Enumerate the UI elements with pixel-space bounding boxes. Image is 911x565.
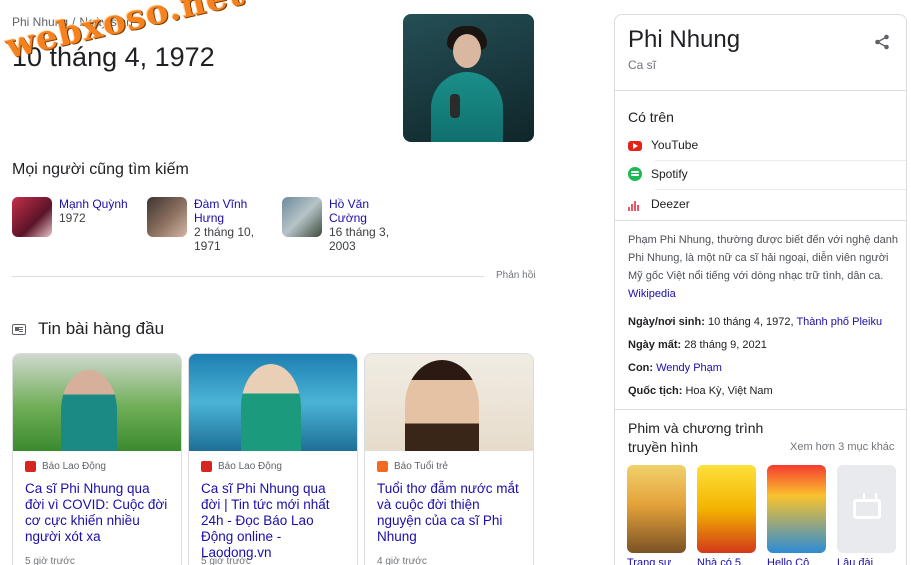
share-icon[interactable]: [874, 34, 890, 50]
birthplace-link[interactable]: Thành phố Pleiku: [796, 316, 882, 328]
films-carousel: Trang sư Nhà có 5 Hello Cô Lâu đài: [627, 465, 907, 565]
top-stories-carousel: Báo Lao Động Ca sĩ Phi Nhung qua đời vì …: [12, 353, 540, 565]
film-poster[interactable]: [837, 465, 896, 553]
person-thumbnail[interactable]: [282, 197, 322, 237]
newspaper-icon: [12, 323, 26, 335]
film-item[interactable]: Trang sư: [627, 465, 686, 565]
breadcrumb-parent-link[interactable]: Phi Nhung: [12, 15, 68, 29]
service-divider: [655, 189, 906, 190]
film-item[interactable]: Lâu đài: [837, 465, 896, 565]
top-stories-heading: Tin bài hàng đầu: [38, 319, 165, 338]
fact-birth: Ngày/nơi sinh: 10 tháng 4, 1972, Thành p…: [628, 316, 883, 328]
film-title[interactable]: Nhà có 5: [697, 557, 756, 565]
news-headline[interactable]: Ca sĩ Phi Nhung qua đời vì COVID: Cuộc đ…: [13, 472, 181, 545]
section-divider: [12, 276, 484, 277]
deezer-icon: [628, 197, 642, 211]
news-card-image[interactable]: [13, 354, 181, 451]
knowledge-panel: Phi Nhung Ca sĩ Có trên YouTube Spotify …: [614, 14, 907, 565]
person-name[interactable]: Mạnh Quỳnh: [59, 197, 128, 211]
source-logo-icon: [377, 461, 388, 472]
film-title[interactable]: Trang sư: [627, 557, 686, 565]
service-divider: [655, 160, 906, 161]
top-stories-header: Tin bài hàng đầu: [12, 319, 164, 339]
panel-title: Phi Nhung: [628, 26, 741, 53]
youtube-link[interactable]: YouTube: [628, 138, 698, 152]
tv-icon: [852, 499, 881, 519]
people-also-search-list: Mạnh Quỳnh 1972 Đàm Vĩnh Hưng 2 tháng 10…: [12, 197, 417, 253]
fact-children: Con: Wendy Phạm: [628, 362, 722, 374]
person-item[interactable]: Hồ Văn Cường 16 tháng 3, 2003: [282, 197, 417, 253]
film-title[interactable]: Hello Cô: [767, 557, 826, 565]
child-link[interactable]: Wendy Phạm: [656, 362, 722, 374]
breadcrumb-separator: /: [72, 15, 76, 29]
breadcrumb: Phi Nhung / Ngày sinh: [12, 15, 133, 29]
spotify-link[interactable]: Spotify: [628, 167, 688, 181]
panel-divider: [615, 220, 906, 221]
wikipedia-link[interactable]: Wikipedia: [628, 288, 676, 300]
person-detail: 1972: [59, 211, 86, 225]
news-time: 5 giờ trước: [201, 556, 251, 565]
news-source: Báo Tuổi trẻ: [365, 451, 533, 472]
available-on-heading: Có trên: [628, 109, 674, 125]
person-name[interactable]: Hồ Văn Cường: [329, 197, 399, 225]
person-detail: 2 tháng 10, 1971: [194, 225, 255, 253]
youtube-icon: [628, 141, 642, 151]
answer-date: 10 tháng 4, 1972: [12, 42, 215, 72]
breadcrumb-current: Ngày sinh: [79, 15, 133, 29]
news-source: Báo Lao Động: [189, 451, 357, 472]
film-poster[interactable]: [697, 465, 756, 553]
news-card-image[interactable]: [189, 354, 357, 451]
see-more-link[interactable]: Xem hơn 3 mục khác: [790, 441, 894, 453]
news-card-image[interactable]: [365, 354, 533, 451]
news-time: 5 giờ trước: [25, 556, 75, 565]
panel-divider: [615, 409, 906, 410]
person-thumbnail[interactable]: [12, 197, 52, 237]
news-source: Báo Lao Động: [13, 451, 181, 472]
news-headline[interactable]: Tuổi thơ đẫm nước mắt và cuộc đời thiện …: [365, 472, 533, 545]
fact-death: Ngày mất: 28 tháng 9, 2021: [628, 339, 767, 351]
film-poster[interactable]: [627, 465, 686, 553]
films-heading: Phim và chương trình truyền hình: [628, 420, 764, 455]
film-title[interactable]: Lâu đài: [837, 557, 896, 565]
spotify-icon: [628, 167, 642, 181]
news-card[interactable]: Báo Lao Động Ca sĩ Phi Nhung qua đời vì …: [12, 353, 182, 565]
source-logo-icon: [25, 461, 36, 472]
people-also-search-heading: Mọi người cũng tìm kiếm: [12, 161, 189, 178]
deezer-link[interactable]: Deezer: [628, 197, 690, 211]
source-logo-icon: [201, 461, 212, 472]
news-time: 4 giờ trước: [377, 556, 427, 565]
film-item[interactable]: Hello Cô: [767, 465, 826, 565]
news-headline[interactable]: Ca sĩ Phi Nhung qua đời | Tin tức mới nh…: [189, 472, 357, 561]
film-poster[interactable]: [767, 465, 826, 553]
panel-divider: [615, 90, 906, 91]
hero-photo[interactable]: [403, 14, 534, 142]
panel-subtitle: Ca sĩ: [628, 58, 657, 72]
news-card[interactable]: Báo Tuổi trẻ Tuổi thơ đẫm nước mắt và cu…: [364, 353, 534, 565]
film-item[interactable]: Nhà có 5: [697, 465, 756, 565]
person-name[interactable]: Đàm Vĩnh Hưng: [194, 197, 264, 225]
news-card[interactable]: Báo Lao Động Ca sĩ Phi Nhung qua đời | T…: [188, 353, 358, 565]
person-thumbnail[interactable]: [147, 197, 187, 237]
feedback-link[interactable]: Phản hồi: [496, 270, 535, 281]
fact-nationality: Quốc tịch: Hoa Kỳ, Việt Nam: [628, 385, 773, 397]
person-item[interactable]: Đàm Vĩnh Hưng 2 tháng 10, 1971: [147, 197, 282, 253]
person-detail: 16 tháng 3, 2003: [329, 225, 390, 253]
person-item[interactable]: Mạnh Quỳnh 1972: [12, 197, 147, 253]
panel-description: Phạm Phi Nhung, thường được biết đến với…: [628, 234, 898, 300]
